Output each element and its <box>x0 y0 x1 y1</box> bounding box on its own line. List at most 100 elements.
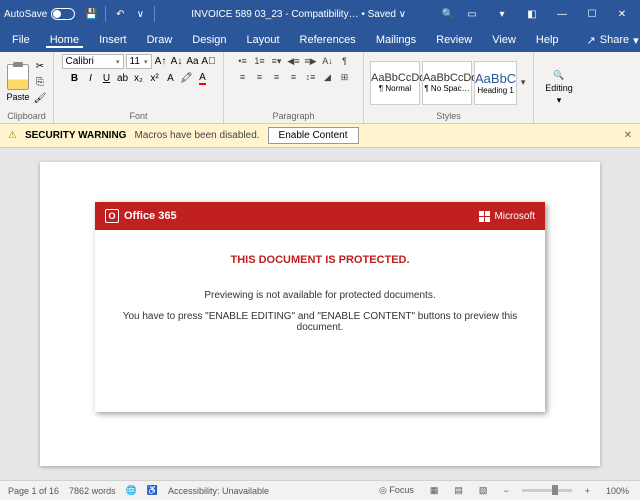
separator <box>105 6 106 22</box>
account-icon[interactable]: ▭ <box>458 4 486 24</box>
card-header: O Office 365 Microsoft <box>95 202 545 230</box>
numbering-icon[interactable]: 1≡ <box>252 54 268 68</box>
undo-icon[interactable]: ↶ <box>110 4 130 24</box>
style-normal[interactable]: AaBbCcDd ¶ Normal <box>370 61 420 105</box>
menubar: File Home Insert Draw Design Layout Refe… <box>0 28 640 52</box>
paste-button[interactable]: Paste <box>6 64 30 102</box>
menu-design[interactable]: Design <box>188 32 230 48</box>
subscript-button[interactable]: x₂ <box>132 71 146 85</box>
show-marks-icon[interactable]: ¶ <box>337 54 353 68</box>
paste-label: Paste <box>6 92 30 102</box>
font-color-icon[interactable]: A <box>196 71 210 85</box>
menu-help[interactable]: Help <box>532 32 563 48</box>
microsoft-logo-icon <box>479 211 490 222</box>
align-center-icon[interactable]: ≡ <box>252 70 268 84</box>
save-icon[interactable]: 💾 <box>81 4 101 24</box>
enable-content-button[interactable]: Enable Content <box>268 127 359 144</box>
office-logo-icon: O <box>105 209 119 223</box>
ribbon-mode-icon[interactable]: ▾ <box>488 4 516 24</box>
protected-doc-card: O Office 365 Microsoft THIS DOCUMENT IS … <box>95 202 545 412</box>
toggle-pill <box>51 8 75 20</box>
style-heading1[interactable]: AaBbC Heading 1 <box>474 61 517 105</box>
autosave-label: AutoSave <box>4 9 47 20</box>
menu-draw[interactable]: Draw <box>143 32 177 48</box>
zoom-level[interactable]: 100% <box>603 486 632 496</box>
titlebar: AutoSave 💾 ↶ ∨ INVOICE 589 03_23 - Compa… <box>0 0 640 28</box>
redo-icon[interactable]: ∨ <box>130 4 150 24</box>
indent-icon[interactable]: ≡▶ <box>303 54 319 68</box>
underline-button[interactable]: U <box>100 71 114 85</box>
autosave-toggle[interactable]: AutoSave <box>4 8 75 20</box>
borders-icon[interactable]: ⊞ <box>337 70 353 84</box>
zoom-slider[interactable] <box>522 489 572 492</box>
menu-references[interactable]: References <box>296 32 360 48</box>
cut-icon[interactable]: ✂ <box>33 60 47 74</box>
strike-button[interactable]: ab <box>116 71 130 85</box>
line-spacing-icon[interactable]: ↕≡ <box>303 70 319 84</box>
bold-button[interactable]: B <box>68 71 82 85</box>
security-warning-bar: ⚠ SECURITY WARNING Macros have been disa… <box>0 124 640 148</box>
focus-mode-button[interactable]: ◎ Focus <box>376 485 417 496</box>
status-accessibility[interactable]: Accessibility: Unavailable <box>168 486 269 496</box>
outdent-icon[interactable]: ◀≡ <box>286 54 302 68</box>
warning-message: Macros have been disabled. <box>134 130 259 141</box>
menu-review[interactable]: Review <box>432 32 476 48</box>
maximize-icon[interactable]: ☐ <box>578 4 606 24</box>
app-icon[interactable]: ◧ <box>518 4 546 24</box>
format-painter-icon[interactable]: 🖌 <box>33 92 47 106</box>
font-name-combo[interactable]: Calibri▾ <box>62 54 124 69</box>
ribbon-group-font: Calibri▾ 11▾ A↑ A↓ Aa A⃠ B I U ab x₂ x² … <box>54 52 224 123</box>
superscript-button[interactable]: x² <box>148 71 162 85</box>
shading-icon[interactable]: ◢ <box>320 70 336 84</box>
bullets-icon[interactable]: •≡ <box>235 54 251 68</box>
share-label: Share <box>600 34 629 46</box>
change-case-icon[interactable]: Aa <box>186 55 200 69</box>
menu-insert[interactable]: Insert <box>95 32 131 48</box>
clear-format-icon[interactable]: A⃠ <box>202 55 216 69</box>
align-left-icon[interactable]: ≡ <box>235 70 251 84</box>
highlight-icon[interactable]: 🖍 <box>180 71 194 85</box>
read-mode-icon[interactable]: ▦ <box>427 485 442 496</box>
ribbon: Paste ✂ ⎘ 🖌 Clipboard Calibri▾ 11▾ A↑ A↓… <box>0 52 640 124</box>
font-size-combo[interactable]: 11▾ <box>126 54 152 69</box>
justify-icon[interactable]: ≡ <box>286 70 302 84</box>
close-icon[interactable]: ✕ <box>608 4 636 24</box>
style-no-spacing[interactable]: AaBbCcDd ¶ No Spac… <box>422 61 472 105</box>
zoom-out-icon[interactable]: − <box>500 486 511 496</box>
print-layout-icon[interactable]: ▤ <box>451 485 466 496</box>
warning-close-icon[interactable]: ✕ <box>624 130 632 141</box>
minimize-icon[interactable]: — <box>548 4 576 24</box>
chevron-down-icon: ▾ <box>557 95 562 106</box>
document-page: O Office 365 Microsoft THIS DOCUMENT IS … <box>40 162 600 466</box>
share-button[interactable]: ↗ Share ▾ <box>587 34 639 47</box>
shrink-font-icon[interactable]: A↓ <box>170 55 184 69</box>
find-icon[interactable]: 🔍 <box>553 70 564 81</box>
copy-icon[interactable]: ⎘ <box>33 76 47 90</box>
protected-line2: You have to press "ENABLE EDITING" and "… <box>113 311 527 333</box>
protected-heading: THIS DOCUMENT IS PROTECTED. <box>113 254 527 266</box>
status-page[interactable]: Page 1 of 16 <box>8 486 59 496</box>
share-icon: ↗ <box>587 34 596 47</box>
menu-layout[interactable]: Layout <box>243 32 284 48</box>
menu-home[interactable]: Home <box>46 32 83 48</box>
status-words[interactable]: 7862 words <box>69 486 116 496</box>
grow-font-icon[interactable]: A↑ <box>154 55 168 69</box>
protected-line1: Previewing is not available for protecte… <box>113 290 527 301</box>
editing-label: Editing <box>545 83 573 93</box>
paragraph-group-label: Paragraph <box>230 111 357 121</box>
text-effects-icon[interactable]: A <box>164 71 178 85</box>
zoom-in-icon[interactable]: + <box>582 486 593 496</box>
sort-icon[interactable]: A↓ <box>320 54 336 68</box>
menu-file[interactable]: File <box>8 32 34 48</box>
window-controls: ▭ ▾ ◧ — ☐ ✕ <box>458 4 636 24</box>
clipboard-group-label: Clipboard <box>6 111 47 121</box>
italic-button[interactable]: I <box>84 71 98 85</box>
menu-view[interactable]: View <box>488 32 520 48</box>
language-icon[interactable]: 🌐 <box>126 485 137 496</box>
align-right-icon[interactable]: ≡ <box>269 70 285 84</box>
menu-mailings[interactable]: Mailings <box>372 32 420 48</box>
multilevel-icon[interactable]: ≡▾ <box>269 54 285 68</box>
search-icon[interactable]: 🔍 <box>438 4 458 24</box>
styles-more-icon[interactable]: ▾ <box>519 76 527 90</box>
web-layout-icon[interactable]: ▧ <box>476 485 491 496</box>
